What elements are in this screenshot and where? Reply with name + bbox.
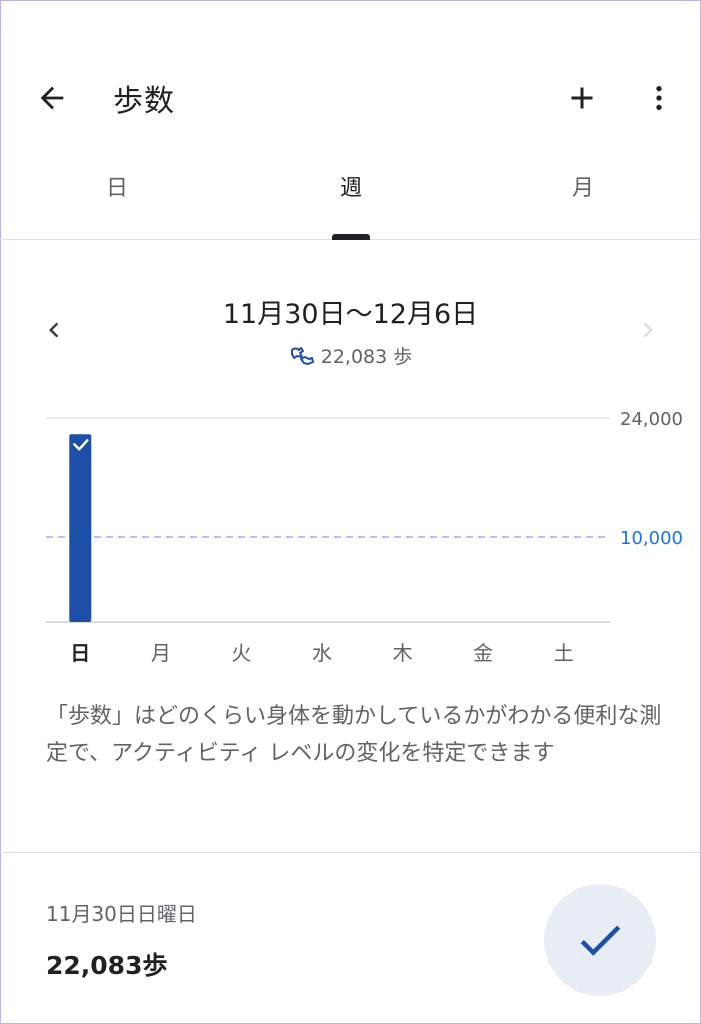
date-range-title: 11月30日〜12月6日 — [222, 299, 479, 330]
add-button[interactable] — [558, 74, 606, 122]
weekly-steps-chart: 24,000 10,000 日 月 火 水 木 金 土 — [46, 409, 683, 665]
more-vert-icon — [656, 86, 662, 110]
x-tick-label-0: 日 — [70, 641, 90, 665]
x-tick-label-3: 水 — [312, 641, 332, 665]
app-bar: 歩数 — [0, 0, 701, 150]
footsteps-icon — [290, 346, 314, 365]
back-button[interactable] — [28, 74, 76, 122]
arrow-back-icon — [40, 86, 64, 110]
tab-day[interactable]: 日 — [87, 170, 147, 202]
y-axis-max-label: 24,000 — [620, 409, 683, 430]
x-tick-label-2: 火 — [231, 641, 251, 665]
range-total-steps: 22,083 歩 — [0, 342, 701, 369]
range-total-label: 22,083 歩 — [320, 346, 413, 368]
x-tick-label-1: 月 — [151, 641, 171, 665]
goal-label: 10,000 — [620, 528, 683, 549]
page-title: 歩数 — [113, 84, 175, 119]
entry-steps-value: 22,083歩 — [46, 951, 168, 980]
x-tick-label-5: 金 — [473, 641, 493, 665]
section-divider — [0, 852, 701, 853]
active-tab-indicator — [332, 234, 370, 240]
plus-icon — [571, 87, 593, 109]
tab-week[interactable]: 週 — [321, 170, 381, 202]
steps-description: 「歩数」はどのくらい身体を動かしているかがわかる便利な測定で、アクティビティ レ… — [46, 704, 662, 766]
x-tick-label-4: 木 — [393, 641, 413, 665]
tab-month[interactable]: 月 — [553, 170, 613, 202]
check-icon — [580, 925, 621, 956]
entry-date: 11月30日日曜日 — [46, 902, 197, 926]
chevron-right-icon — [643, 322, 653, 338]
bar-0 — [69, 434, 92, 622]
x-tick-label-6: 土 — [554, 641, 574, 665]
period-tabs: 日 週 月 — [0, 160, 701, 240]
goal-check-button[interactable] — [544, 884, 656, 996]
more-options-button[interactable] — [636, 74, 682, 122]
